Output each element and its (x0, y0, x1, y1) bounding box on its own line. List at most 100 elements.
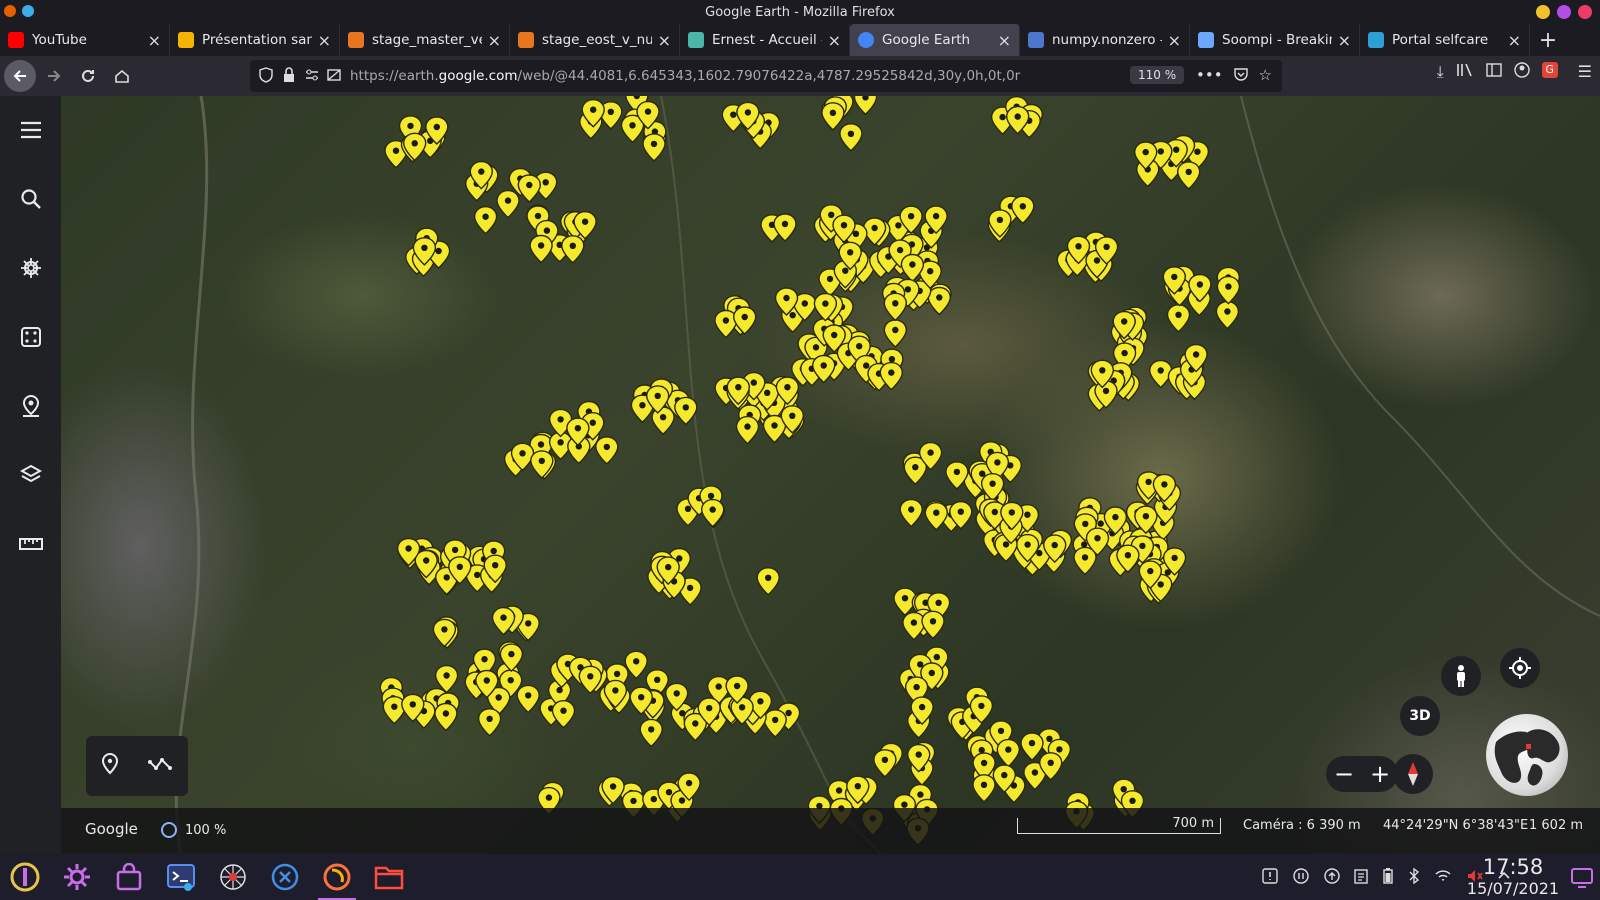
mini-globe[interactable] (1486, 714, 1568, 796)
add-placemark-icon[interactable] (101, 752, 119, 779)
media-icon[interactable] (1292, 868, 1310, 888)
close-tab-icon[interactable]: × (658, 31, 671, 50)
terminal-icon[interactable] (158, 854, 204, 900)
tab-pr-sentation-sans[interactable]: Présentation sans × (170, 24, 340, 56)
bookmark-star-icon[interactable]: ☆ (1259, 66, 1272, 86)
pin-window-icon[interactable] (22, 5, 34, 17)
zoom-out-button[interactable]: − (1334, 760, 1354, 788)
compass-button[interactable] (1393, 754, 1433, 794)
show-desktop-icon[interactable] (1570, 865, 1594, 893)
placemark-pin-icon[interactable] (561, 235, 585, 264)
battery-icon[interactable] (1382, 868, 1394, 888)
placemark-pin-icon[interactable] (899, 498, 923, 528)
page-actions-icon[interactable]: ••• (1196, 66, 1223, 86)
wifi-icon[interactable] (1434, 868, 1452, 888)
placemark-pin-icon[interactable] (839, 123, 863, 152)
close-tab-icon[interactable]: × (488, 31, 501, 50)
maximize-button[interactable] (1557, 5, 1571, 19)
placemark-pin-icon[interactable] (853, 96, 878, 116)
close-window-button[interactable] (1578, 5, 1592, 19)
forward-button[interactable] (38, 60, 70, 92)
placemark-pin-icon[interactable] (516, 684, 540, 714)
search-icon[interactable] (13, 181, 49, 217)
placemark-pin-icon[interactable] (473, 205, 498, 235)
grammarly-extension-icon[interactable]: G (1541, 62, 1558, 78)
placemark-pin-icon[interactable] (924, 502, 948, 531)
placemark-pin-icon[interactable] (1020, 732, 1044, 761)
close-tab-icon[interactable]: × (1338, 31, 1351, 50)
url-bar[interactable]: https://earth.google.com/web/@44.4081,6.… (250, 60, 1282, 92)
placemark-pin-icon[interactable] (1073, 546, 1097, 576)
updates-icon[interactable] (1324, 868, 1340, 888)
placemark-pin-icon[interactable] (477, 708, 502, 737)
placemark-pin-icon[interactable] (529, 234, 553, 264)
shield-icon[interactable] (258, 67, 274, 87)
close-tab-icon[interactable]: × (998, 31, 1011, 50)
toggle-3d-button[interactable]: 3D (1400, 696, 1440, 736)
tab-ernest-accueil-e[interactable]: Ernest - Accueil - E × (680, 24, 850, 56)
placemark-pin-icon[interactable] (902, 611, 926, 641)
coordinates-readout[interactable]: 44°24'29"N 6°38'43"E (1383, 818, 1528, 833)
close-tab-icon[interactable]: × (1508, 31, 1521, 50)
tab-stage-master-vers[interactable]: stage_master_vers × (340, 24, 510, 56)
zoom-level-badge[interactable]: 110 % (1130, 66, 1185, 84)
new-tab-button[interactable]: + (1530, 24, 1566, 56)
placemark-cluster[interactable] (379, 96, 1241, 846)
placemark-pin-icon[interactable] (434, 702, 458, 732)
close-tab-icon[interactable]: × (828, 31, 841, 50)
placemark-pin-icon[interactable] (674, 396, 698, 426)
clipboard-icon[interactable] (1354, 868, 1368, 888)
placemark-pin-icon[interactable] (496, 189, 520, 219)
placemark-pin-icon[interactable] (873, 749, 897, 778)
notification-icon[interactable] (1262, 868, 1278, 888)
files-icon[interactable] (366, 854, 412, 900)
firefox-icon[interactable] (314, 854, 360, 900)
my-location-button[interactable] (1500, 648, 1540, 688)
zoom-in-button[interactable]: + (1370, 760, 1390, 788)
back-button[interactable] (4, 60, 36, 92)
placemark-pin-icon[interactable] (900, 253, 925, 283)
close-tab-icon[interactable]: × (1168, 31, 1181, 50)
placemark-pin-icon[interactable] (763, 709, 787, 738)
sidebar-toggle-icon[interactable] (1485, 62, 1502, 82)
pegman-button[interactable] (1441, 656, 1481, 696)
placemark-pin-icon[interactable] (1176, 161, 1201, 190)
account-icon[interactable] (1513, 62, 1530, 82)
placemark-pin-icon[interactable] (595, 436, 619, 465)
system-clock[interactable]: 17:58 15/07/2021 (1460, 856, 1566, 899)
tab-soompi-breaking[interactable]: Soompi - Breaking × (1190, 24, 1360, 56)
placemark-pin-icon[interactable] (756, 567, 780, 596)
placemark-pin-icon[interactable] (883, 319, 907, 348)
settings-icon[interactable] (54, 854, 100, 900)
bluetooth-icon[interactable] (1408, 867, 1420, 888)
map-style-icon[interactable] (13, 457, 49, 493)
placemark-pin-icon[interactable] (517, 174, 541, 203)
home-button[interactable] (106, 60, 138, 92)
minimize-button[interactable] (1536, 5, 1550, 19)
reload-button[interactable] (72, 60, 104, 92)
tab-google-earth[interactable]: Google Earth × (850, 24, 1020, 56)
placemark-pin-icon[interactable] (642, 133, 666, 162)
vscode-icon[interactable] (262, 854, 308, 900)
tab-stage-eost-v-num[interactable]: stage_eost_v_num × (510, 24, 680, 56)
placemark-pin-icon[interactable] (821, 102, 845, 131)
placemark-pin-icon[interactable] (927, 286, 951, 316)
lock-icon[interactable] (282, 67, 296, 87)
menu-icon[interactable] (13, 112, 49, 148)
pocket-icon[interactable] (1233, 66, 1249, 86)
scale-bar[interactable]: 700 m (1017, 816, 1221, 834)
placemark-pin-icon[interactable] (1215, 300, 1240, 330)
tab-numpy-nonzero[interactable]: numpy.nonzero — × (1020, 24, 1190, 56)
library-icon[interactable] (1456, 62, 1474, 82)
placemark-pin-icon[interactable] (639, 718, 663, 748)
close-tab-icon[interactable]: × (318, 31, 331, 50)
placemark-pin-icon[interactable] (551, 700, 576, 729)
measure-icon[interactable] (13, 526, 49, 562)
placemark-pin-icon[interactable] (701, 498, 725, 528)
placemark-pin-icon[interactable] (972, 774, 996, 803)
spider-icon[interactable] (210, 854, 256, 900)
hamburger-menu-icon[interactable]: ☰ (1578, 62, 1592, 82)
feeling-lucky-icon[interactable] (13, 319, 49, 355)
downloads-icon[interactable]: ⤓ (1437, 62, 1444, 82)
permissions-icon[interactable] (304, 67, 320, 87)
